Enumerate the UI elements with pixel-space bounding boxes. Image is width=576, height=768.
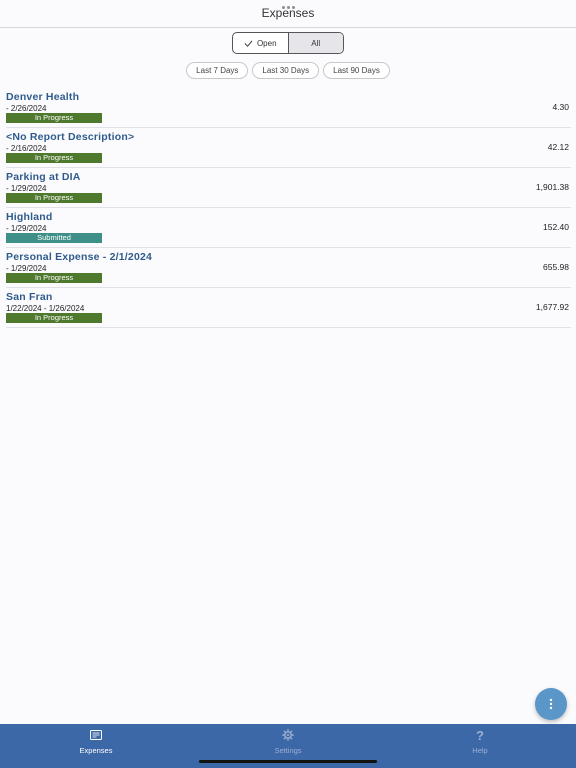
- more-vertical-icon: [549, 698, 553, 710]
- report-amount: 152.40: [543, 222, 569, 232]
- status-badge: In Progress: [6, 273, 102, 283]
- tab-settings-label: Settings: [274, 746, 302, 755]
- more-actions-button[interactable]: [535, 688, 567, 720]
- segment-all-label: All: [311, 38, 321, 48]
- report-date: - 1/29/2024: [6, 184, 47, 193]
- report-row[interactable]: Denver Health - 2/26/2024 In Progress 4.…: [6, 88, 571, 128]
- filter-last-30-days[interactable]: Last 30 Days: [252, 62, 320, 79]
- report-title: Personal Expense - 2/1/2024: [6, 251, 153, 263]
- report-title: Denver Health: [6, 91, 80, 103]
- home-indicator: [199, 760, 377, 763]
- status-badge: In Progress: [6, 153, 102, 163]
- status-badge: In Progress: [6, 113, 102, 123]
- report-date: 1/22/2024 - 1/26/2024: [6, 304, 85, 313]
- report-date: - 2/26/2024: [6, 104, 47, 113]
- report-amount: 655.98: [543, 262, 569, 272]
- report-title: San Fran: [6, 291, 53, 303]
- report-title: <No Report Description>: [6, 131, 135, 143]
- tab-expenses[interactable]: Expenses: [0, 724, 192, 768]
- segment-all[interactable]: All: [287, 33, 343, 53]
- expenses-screen: Expenses Open All Last 7 Days Last 30 Da…: [0, 0, 576, 768]
- report-title: Parking at DIA: [6, 171, 81, 183]
- page-title: Expenses: [261, 6, 315, 20]
- report-date: - 1/29/2024: [6, 264, 47, 273]
- tab-expenses-label: Expenses: [79, 746, 113, 755]
- receipt-icon: [90, 730, 102, 740]
- filter-last-90-days[interactable]: Last 90 Days: [323, 62, 390, 79]
- report-row[interactable]: Personal Expense - 2/1/2024 - 1/29/2024 …: [6, 248, 571, 288]
- report-row[interactable]: <No Report Description> - 2/16/2024 In P…: [6, 128, 571, 168]
- checkmark-icon: [244, 40, 253, 47]
- tab-help[interactable]: ? Help: [384, 724, 576, 768]
- report-title: Highland: [6, 211, 53, 223]
- tab-help-label: Help: [472, 746, 488, 755]
- help-icon: ?: [476, 727, 484, 743]
- status-badge: Submitted: [6, 233, 102, 243]
- report-amount: 1,901.38: [535, 182, 569, 192]
- filter-last-7-days[interactable]: Last 7 Days: [186, 62, 249, 79]
- report-list: Denver Health - 2/26/2024 In Progress 4.…: [6, 88, 571, 328]
- report-row[interactable]: Parking at DIA - 1/29/2024 In Progress 1…: [6, 168, 571, 208]
- date-filters: Last 7 Days Last 30 Days Last 90 Days: [0, 62, 576, 79]
- report-row[interactable]: Highland - 1/29/2024 Submitted 152.40: [6, 208, 571, 248]
- report-row[interactable]: San Fran 1/22/2024 - 1/26/2024 In Progre…: [6, 288, 571, 328]
- segment-open-label: Open: [256, 38, 277, 48]
- report-date: - 2/16/2024: [6, 144, 47, 153]
- gear-icon: [282, 729, 294, 741]
- report-date: - 1/29/2024: [6, 224, 47, 233]
- report-amount: 1,677.92: [535, 302, 569, 312]
- status-badge: In Progress: [6, 313, 102, 323]
- segment-open[interactable]: Open: [233, 33, 288, 53]
- status-badge: In Progress: [6, 193, 102, 203]
- status-segmented-control: Open All: [232, 32, 344, 54]
- header: Expenses: [0, 0, 576, 28]
- report-amount: 4.30: [552, 102, 569, 112]
- report-amount: 42.12: [547, 142, 569, 152]
